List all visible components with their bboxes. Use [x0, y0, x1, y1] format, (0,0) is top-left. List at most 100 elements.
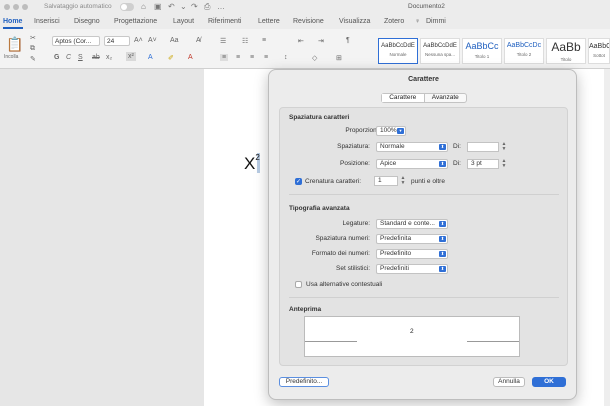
cancel-button[interactable]: Annulla [493, 377, 525, 387]
style-titolo[interactable]: AaBb Titolo [546, 38, 586, 64]
align-center-icon[interactable]: ≡ [236, 54, 240, 61]
tab-layout[interactable]: Layout [173, 18, 194, 25]
spacing-header: Spaziatura caratteri [289, 114, 350, 121]
justify-icon[interactable]: ≡ [264, 54, 268, 61]
tab-visualizza[interactable]: Visualizza [339, 18, 370, 25]
tab-home[interactable]: Home [3, 18, 22, 25]
autosave-toggle[interactable] [120, 3, 134, 11]
preview-header: Anteprima [289, 306, 322, 313]
shading-icon[interactable]: ◇ [312, 54, 317, 62]
contextual-alternates-checkbox[interactable] [295, 281, 302, 288]
tell-me-search[interactable]: Dimmi [426, 18, 446, 25]
undo-icon[interactable]: ↶ [168, 2, 175, 11]
chevron-updown-icon: ⬍ [439, 161, 446, 167]
superscript-icon[interactable]: x² [126, 52, 136, 61]
style-titolo-1[interactable]: AaBbCc Titolo 1 [462, 38, 502, 64]
position-select[interactable]: Apice ⬍ [376, 159, 448, 169]
underline-icon[interactable]: S [78, 54, 83, 61]
line-spacing-icon[interactable]: ↕ [284, 54, 288, 61]
kerning-checkbox[interactable]: ✓ [295, 178, 302, 185]
increase-indent-icon[interactable]: ⇥ [318, 37, 324, 45]
clear-format-icon[interactable]: A̸ [196, 37, 201, 44]
document-background [0, 69, 204, 406]
format-painter-icon[interactable]: ✎ [30, 55, 36, 63]
tab-zotero[interactable]: Zotero [384, 18, 404, 25]
align-left-icon[interactable]: ≡ [220, 54, 229, 61]
title-bar: Salvataggio automatico ⌂ ▣ ↶ ⌄ ↷ ⎙ … Doc… [0, 0, 610, 14]
strikethrough-icon[interactable]: ab [92, 54, 100, 61]
kerning-stepper[interactable]: ▲ ▼ [400, 176, 406, 186]
grow-font-icon[interactable]: A˄ [134, 37, 143, 44]
number-forms-select[interactable]: Predefinito ⬍ [376, 249, 448, 259]
tab-disegno[interactable]: Disegno [74, 18, 100, 25]
cut-icon[interactable]: ✂ [30, 34, 36, 42]
stylistic-sets-label: Set stilistici: [336, 265, 370, 272]
document-text[interactable]: X2 [244, 153, 260, 174]
save-icon[interactable]: ▣ [154, 2, 162, 11]
kerning-label: Crenatura caratteri: [305, 178, 361, 185]
scale-select[interactable]: 100% ▾ [376, 126, 406, 136]
chevron-updown-icon: ⬍ [439, 221, 446, 227]
copy-icon[interactable]: ⧉ [30, 45, 35, 53]
minimize-window-icon[interactable] [13, 4, 19, 10]
number-spacing-select[interactable]: Predefinita ⬍ [376, 234, 448, 244]
ribbon-tabs: Home Inserisci Disegno Progettazione Lay… [0, 14, 610, 29]
position-stepper[interactable]: ▲ ▼ [501, 159, 507, 169]
home-icon[interactable]: ⌂ [141, 2, 146, 11]
align-right-icon[interactable]: ≡ [250, 54, 254, 61]
more-icon[interactable]: … [217, 2, 225, 11]
divider [289, 297, 559, 298]
vertical-scrollbar[interactable] [604, 69, 610, 406]
stylistic-sets-select[interactable]: Predefiniti ⬍ [376, 264, 448, 274]
ok-button[interactable]: OK [532, 377, 566, 387]
style-nessuna-spaziatura[interactable]: AaBbCcDdE Nessuna spa... [420, 38, 460, 64]
tab-progettazione[interactable]: Progettazione [114, 18, 157, 25]
document-title: Documento2 [408, 3, 445, 10]
borders-icon[interactable]: ⊞ [336, 54, 342, 62]
kerning-input[interactable]: 1 [374, 176, 398, 186]
chevron-updown-icon: ⬍ [439, 251, 446, 257]
spacing-select[interactable]: Normale ⬍ [376, 142, 448, 152]
tab-carattere[interactable]: Carattere [382, 94, 425, 102]
paste-icon[interactable]: 📋 [6, 36, 23, 53]
tab-inserisci[interactable]: Inserisci [34, 18, 60, 25]
spacing-stepper[interactable]: ▲ ▼ [501, 142, 507, 152]
close-window-icon[interactable] [4, 4, 10, 10]
spacing-by-input[interactable] [467, 142, 499, 152]
preview-text: 2 [410, 328, 414, 335]
italic-icon[interactable]: C [66, 54, 71, 61]
font-color-icon[interactable]: A [188, 54, 193, 61]
font-name-select[interactable]: Aptos (Cor... [52, 36, 100, 46]
bold-icon[interactable]: G [54, 54, 59, 61]
multilevel-icon[interactable]: ≡ [262, 37, 266, 44]
font-dialog: Carattere Carattere Avanzate Spaziatura … [268, 69, 577, 400]
style-sottotitolo[interactable]: AaBbC Sottot [588, 38, 610, 64]
numbering-icon[interactable]: ☷ [242, 37, 248, 45]
print-icon[interactable]: ⎙ [204, 2, 210, 12]
text-effects-icon[interactable]: A [148, 54, 153, 61]
style-normale[interactable]: AaBbCcDdE Normale [378, 38, 418, 64]
zoom-window-icon[interactable] [22, 4, 28, 10]
chevron-down-icon[interactable]: ⌄ [180, 2, 187, 11]
bullets-icon[interactable]: ☰ [220, 37, 226, 45]
style-titolo-2[interactable]: AaBbCcDc Titolo 2 [504, 38, 544, 64]
tab-revisione[interactable]: Revisione [293, 18, 324, 25]
ligatures-select[interactable]: Standard e conte... ⬍ [376, 219, 448, 229]
tab-lettere[interactable]: Lettere [258, 18, 280, 25]
shrink-font-icon[interactable]: A˅ [148, 37, 157, 44]
ligatures-label: Legature: [342, 220, 370, 227]
tab-avanzate[interactable]: Avanzate [425, 94, 467, 102]
highlight-icon[interactable]: ✐ [168, 54, 174, 62]
default-button[interactable]: Predefinito... [279, 377, 329, 387]
font-size-select[interactable]: 24 [104, 36, 130, 46]
subscript-icon[interactable]: x₂ [106, 54, 112, 61]
redo-icon[interactable]: ↷ [191, 2, 198, 11]
paste-label: Incolla [4, 54, 19, 60]
tab-riferimenti[interactable]: Riferimenti [208, 18, 241, 25]
autosave-label: Salvataggio automatico [44, 3, 112, 10]
change-case-icon[interactable]: Aa [170, 37, 179, 44]
dialog-title: Carattere [408, 76, 439, 83]
decrease-indent-icon[interactable]: ⇤ [298, 37, 304, 45]
position-by-input[interactable]: 3 pt [467, 159, 499, 169]
pilcrow-icon[interactable]: ¶ [346, 37, 350, 44]
